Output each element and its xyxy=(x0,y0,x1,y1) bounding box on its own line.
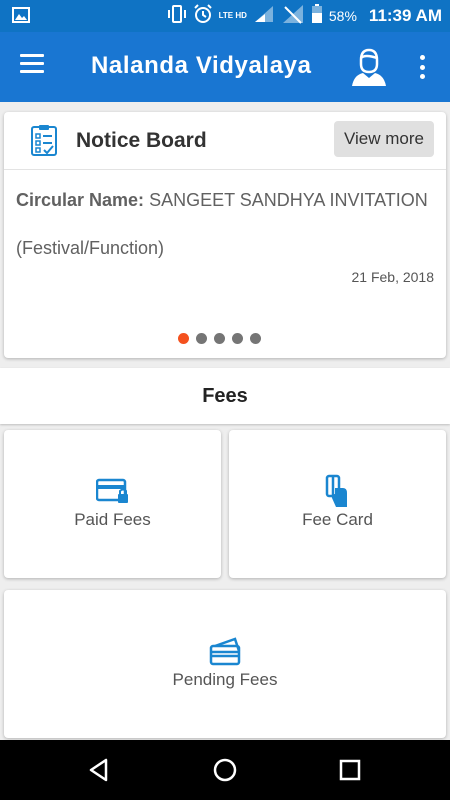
pending-fees-label: Pending Fees xyxy=(172,670,278,689)
hand-card-icon xyxy=(325,474,349,513)
battery-icon xyxy=(311,3,323,29)
paid-fees-tile[interactable]: Paid Fees xyxy=(4,430,221,578)
notice-board-title: Notice Board xyxy=(76,129,207,152)
notice-board-card: Notice Board View more Circular Name: SA… xyxy=(4,112,446,358)
app-title: Nalanda Vidyalaya xyxy=(91,52,312,79)
circular-name[interactable]: Circular Name: SANGEET SANDHYA INVITATIO… xyxy=(16,188,436,212)
battery-percent: 58% xyxy=(328,8,357,24)
image-notification-icon xyxy=(12,7,30,28)
paid-fees-label: Paid Fees xyxy=(74,510,151,529)
pager-dot[interactable] xyxy=(232,333,243,344)
circular-name-value: SANGEET SANDHYA INVITATION xyxy=(144,190,428,210)
no-signal-icon xyxy=(281,3,305,30)
signal-strength-icon xyxy=(253,4,275,29)
stacked-cards-icon xyxy=(209,636,243,671)
clock: 11:39 AM xyxy=(368,6,442,25)
circular-date: 21 Feb, 2018 xyxy=(351,269,434,285)
view-more-button[interactable]: View more xyxy=(334,121,434,157)
more-options-icon[interactable] xyxy=(412,52,432,82)
pager-dot[interactable] xyxy=(178,333,189,344)
pager-dot[interactable] xyxy=(196,333,207,344)
vibrate-icon xyxy=(167,4,187,28)
pending-fees-tile[interactable]: Pending Fees xyxy=(4,590,446,738)
checklist-clipboard-icon xyxy=(30,124,58,156)
fees-section-title: Fees xyxy=(0,368,450,424)
fee-card-label: Fee Card xyxy=(302,510,373,529)
status-bar: LTE HD 58% 11:39 AM xyxy=(0,0,450,32)
credit-card-lock-icon xyxy=(95,478,130,509)
recent-apps-icon[interactable] xyxy=(336,756,364,784)
back-icon[interactable] xyxy=(86,756,114,784)
home-icon[interactable] xyxy=(211,756,239,784)
pager-dot[interactable] xyxy=(214,333,225,344)
notice-board-header: Notice Board View more xyxy=(4,112,446,170)
pager-dot[interactable] xyxy=(250,333,261,344)
notice-pager xyxy=(178,333,261,344)
profile-avatar-icon[interactable] xyxy=(348,46,390,88)
alarm-icon xyxy=(193,3,213,29)
fee-card-tile[interactable]: Fee Card xyxy=(229,430,446,578)
app-bar: Nalanda Vidyalaya xyxy=(0,32,450,102)
circular-category: (Festival/Function) xyxy=(16,238,165,258)
network-type-label: LTE HD xyxy=(218,11,247,20)
circular-name-label: Circular Name: xyxy=(16,190,145,210)
hamburger-menu-icon[interactable] xyxy=(20,54,50,80)
system-navigation-bar xyxy=(0,740,450,800)
